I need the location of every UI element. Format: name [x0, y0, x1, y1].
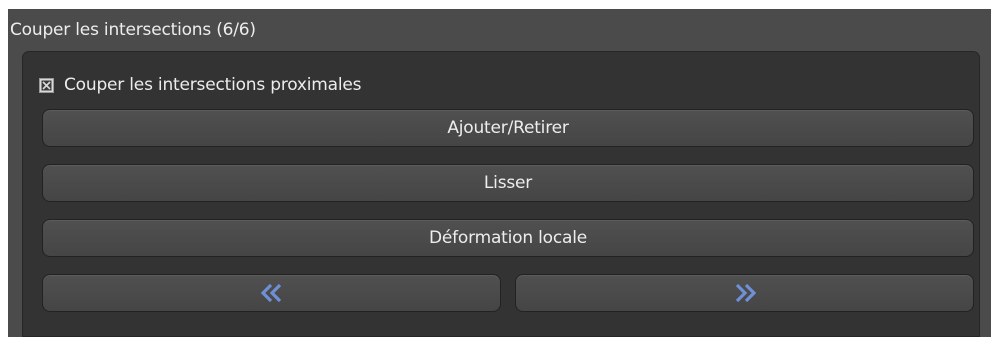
checkmark-x-icon	[41, 80, 52, 90]
local-deformation-button[interactable]: Déformation locale	[42, 219, 974, 257]
smooth-label: Lisser	[483, 173, 533, 193]
smooth-button[interactable]: Lisser	[42, 164, 974, 202]
cut-intersections-panel: Couper les intersections (6/6) Couper le…	[8, 9, 991, 337]
local-deformation-label: Déformation locale	[428, 228, 588, 248]
panel-content: Couper les intersections proximales Ajou…	[22, 51, 980, 337]
cut-proximal-label: Couper les intersections proximales	[64, 75, 362, 95]
previous-button[interactable]	[42, 274, 501, 312]
double-chevron-right-icon	[735, 283, 756, 303]
add-remove-label: Ajouter/Retirer	[447, 118, 569, 138]
cut-proximal-checkbox[interactable]	[39, 77, 54, 93]
cut-proximal-checkbox-row[interactable]: Couper les intersections proximales	[39, 74, 362, 96]
double-chevron-left-icon	[260, 283, 281, 303]
next-button[interactable]	[515, 274, 974, 312]
add-remove-button[interactable]: Ajouter/Retirer	[42, 109, 974, 147]
panel-title: Couper les intersections (6/6)	[10, 20, 256, 40]
